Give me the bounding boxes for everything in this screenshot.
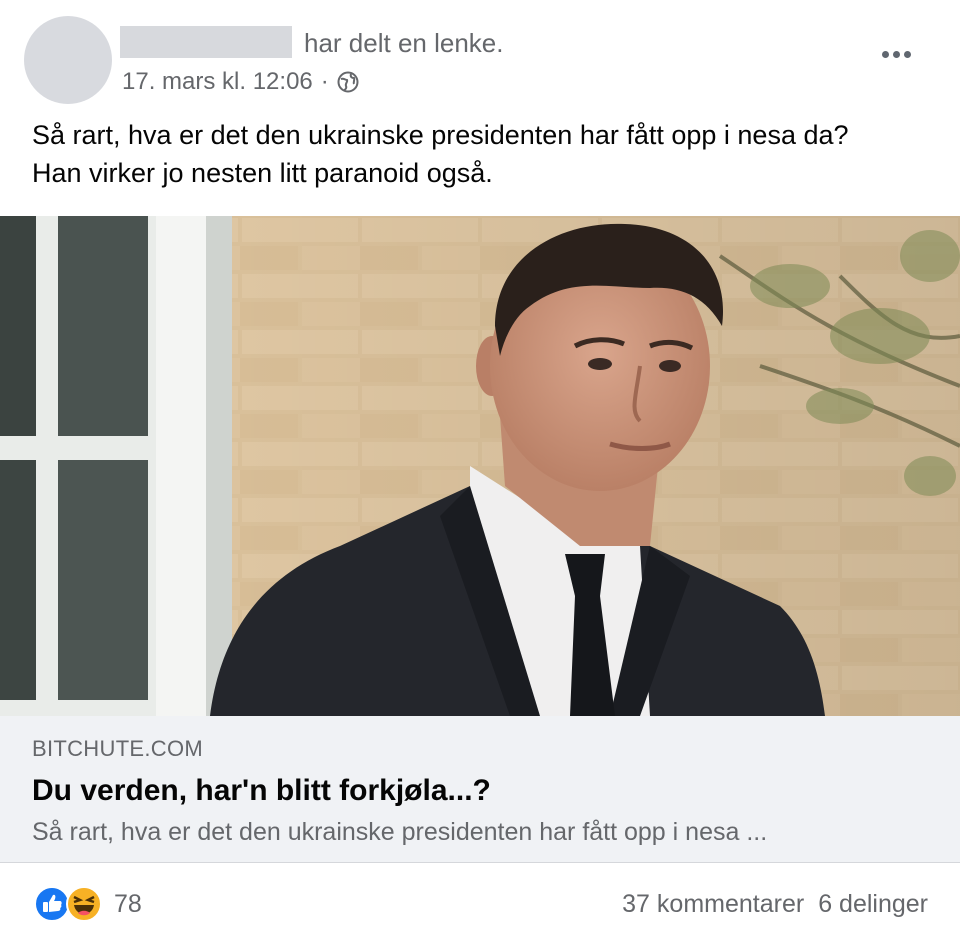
more-options-button[interactable] <box>876 40 916 68</box>
link-title[interactable]: Du verden, har'n blitt forkjøla...? <box>32 774 491 808</box>
reactions-summary[interactable]: 78 <box>34 886 142 922</box>
post-footer: 78 37 kommentarer 6 delinger <box>0 862 960 944</box>
post-action-text: har delt en lenke. <box>304 28 504 58</box>
more-options-dot <box>892 50 900 58</box>
post-message: Så rart, hva er det den ukrainske presid… <box>32 116 932 192</box>
link-preview-image[interactable] <box>0 216 960 716</box>
link-description: Så rart, hva er det den ukrainske presid… <box>32 818 768 846</box>
avatar[interactable] <box>24 16 112 104</box>
engagement-stats: 37 kommentarer 6 delinger <box>622 890 928 919</box>
shares-count[interactable]: 6 delinger <box>818 890 928 919</box>
link-preview-card[interactable]: BITCHUTE.COM Du verden, har'n blitt fork… <box>0 716 960 863</box>
more-options-icon <box>881 50 889 58</box>
post-timestamp[interactable]: 17. mars kl. 12:06 <box>122 68 313 96</box>
facebook-post: har delt en lenke. 17. mars kl. 12:06 · … <box>0 0 960 944</box>
redacted-author-name[interactable] <box>120 26 292 58</box>
post-message-line: Han virker jo nesten litt paranoid også. <box>32 158 493 188</box>
post-message-line: Så rart, hva er det den ukrainske presid… <box>32 120 849 150</box>
like-icon <box>34 886 70 922</box>
post-meta: 17. mars kl. 12:06 · <box>122 68 359 96</box>
globe-icon[interactable] <box>337 71 359 93</box>
meta-separator: · <box>320 68 329 95</box>
post-header: har delt en lenke. 17. mars kl. 12:06 · <box>0 0 960 110</box>
more-options-dot <box>903 50 911 58</box>
reaction-count: 78 <box>114 889 142 918</box>
link-domain: BITCHUTE.COM <box>32 736 204 761</box>
comments-count[interactable]: 37 kommentarer <box>622 890 804 919</box>
haha-icon <box>66 886 102 922</box>
